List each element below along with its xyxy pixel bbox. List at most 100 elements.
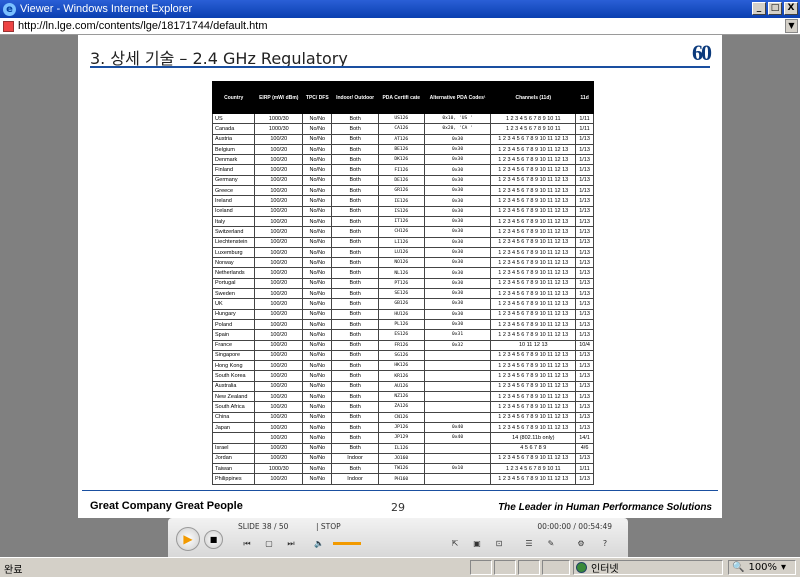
time-display: 00:00:00 / 00:54:49 [537, 522, 612, 531]
table-cell: No/No [302, 463, 333, 475]
table-cell: AT126 [377, 133, 425, 145]
table-cell: 1/13 [575, 143, 594, 156]
table-cell: Both [331, 164, 379, 176]
table-row: Sweden 100/20 No/No Both SE126 0x30 1 2 3 4 5 … [211, 288, 594, 300]
table-cell: Portugal [211, 277, 256, 290]
table-row: Liechtenstein 100/20 No/No Both LI126 0x30 1 2… [211, 236, 594, 248]
table-cell: 100/20 [254, 226, 304, 238]
table-cell: NZ126 [377, 391, 425, 403]
table-cell: 100/20 [254, 246, 304, 259]
next-slide-icon[interactable]: ⏭ [282, 536, 300, 551]
status-bar: 완료 인터넷 🔍 100% ▾ [0, 557, 800, 577]
security-zone[interactable]: 인터넷 [573, 560, 723, 575]
table-row: Hong Kong 100/20 No/No Both HK126 1 2 3 4 5 6… [211, 360, 594, 372]
first-slide-icon[interactable]: ⏮ [238, 536, 256, 551]
table-cell: LU126 [377, 246, 425, 259]
list-icon[interactable]: ☰ [520, 536, 538, 551]
fullscreen-icon[interactable]: ▣ [468, 536, 486, 551]
notes-icon[interactable]: ✎ [542, 536, 560, 551]
table-cell: 100/20 [254, 164, 304, 176]
table-cell [211, 432, 256, 444]
table-row: Norway 100/20 No/No Both NO126 0x30 1 2 3 4 5 … [211, 257, 594, 269]
maximize-button[interactable]: □ [768, 2, 782, 15]
table-cell: 100/20 [254, 473, 304, 485]
table-cell: 1/11 [575, 112, 594, 125]
table-cell: 0x30 [423, 288, 492, 300]
table-cell: 0x40 [423, 432, 492, 444]
table-cell: 100/20 [254, 442, 304, 454]
table-cell: ES126 [377, 329, 425, 341]
zoom-level: 100% [748, 562, 778, 573]
table-cell: Both [331, 215, 379, 228]
address-url[interactable]: http://ln.lge.com/contents/lge/18171744/… [18, 20, 268, 32]
close-button[interactable]: X [784, 2, 798, 15]
table-cell: New Zealand [211, 391, 256, 403]
table-cell: Both [331, 257, 379, 269]
volume-icon[interactable]: 🔈 [310, 536, 328, 551]
stop-button[interactable]: ■ [204, 530, 223, 549]
table-cell: Both [331, 421, 379, 434]
column-header: Channels (11d) [490, 81, 577, 114]
table-cell: 1 2 3 4 5 6 7 8 9 10 11 12 13 [490, 318, 577, 331]
table-cell: Both [331, 463, 379, 475]
play-button[interactable]: ▶ [176, 527, 200, 551]
table-cell: 1 2 3 4 5 6 7 8 9 10 11 12 13 [490, 308, 577, 320]
table-cell: No/No [302, 164, 333, 176]
table-cell: 1/13 [575, 329, 594, 341]
table-row: Finland 100/20 No/No Both FI126 0x30 1 2 3 4 5… [211, 164, 594, 176]
table-cell: No/No [302, 236, 333, 248]
table-cell: 0x30 [423, 236, 492, 248]
table-cell: Italy [211, 215, 256, 228]
table-cell: 100/20 [254, 236, 304, 248]
table-cell: 100/20 [254, 318, 304, 331]
table-cell: Netherlands [211, 267, 256, 279]
address-dropdown-icon[interactable]: ▼ [785, 19, 798, 33]
table-cell: No/No [302, 226, 333, 238]
table-cell: DK126 [377, 154, 425, 166]
table-cell: Both [331, 370, 379, 382]
table-cell: Both [331, 432, 379, 444]
slides-icon[interactable]: ▢ [260, 536, 278, 551]
table-cell: 100/20 [254, 432, 304, 444]
table-cell: 100/20 [254, 339, 304, 351]
table-cell: Jordan [211, 452, 256, 465]
table-cell: 1/13 [575, 401, 594, 413]
table-row: China 100/20 No/No Both CN126 1 2 3 4 5 6 7 8… [211, 411, 594, 423]
table-cell: No/No [302, 380, 333, 393]
table-row: Jordan 100/20 No/No Indoor JO160 1 2 3 4 5 6 … [211, 452, 594, 465]
table-row: Poland 100/20 No/No Both PL126 0x30 1 2 3 4 5 … [211, 318, 594, 331]
table-cell: Denmark [211, 154, 256, 166]
table-cell: SE126 [377, 288, 425, 300]
table-cell: 0x30 [423, 257, 492, 269]
table-cell: 1 2 3 4 5 6 7 8 9 10 11 12 13 [490, 133, 577, 145]
table-cell: 1 2 3 4 5 6 7 8 9 10 11 12 13 [490, 257, 577, 269]
help-icon[interactable]: ? [596, 536, 614, 551]
table-cell: No/No [302, 391, 333, 403]
table-cell: US [211, 112, 256, 125]
table-row: Taiwan 1000/30 No/No Both TW126 0x10 1 2 3 4 5… [211, 463, 594, 475]
table-cell: 0x10, 'US ' [423, 112, 492, 125]
table-cell: 10/4 [575, 339, 594, 351]
table-cell: No/No [302, 308, 333, 320]
column-header: 11d [575, 81, 594, 114]
settings-icon[interactable]: ⚙ [572, 536, 590, 551]
volume-slider[interactable] [333, 542, 361, 545]
fit-icon[interactable]: ⊡ [490, 536, 508, 551]
table-cell: 1 2 3 4 5 6 7 8 9 10 11 [490, 463, 577, 475]
minimize-button[interactable]: _ [752, 2, 766, 15]
table-cell: 1 2 3 4 5 6 7 8 9 10 11 [490, 112, 577, 125]
table-cell: 1 2 3 4 5 6 7 8 9 10 11 [490, 123, 577, 135]
table-cell: 0x30 [423, 174, 492, 187]
zoom-control[interactable]: 🔍 100% ▾ [728, 560, 796, 575]
table-cell: Philippines [211, 473, 256, 485]
table-cell: 1 2 3 4 5 6 7 8 9 10 11 12 13 [490, 195, 577, 207]
table-cell: No/No [302, 112, 333, 125]
resize-icon[interactable]: ⇱ [446, 536, 464, 551]
status-segment [494, 560, 516, 575]
table-row: Luxemburg 100/20 No/No Both LU126 0x30 1 2 3 4… [211, 246, 594, 259]
table-cell: FI126 [377, 164, 425, 176]
table-cell: Both [331, 205, 379, 217]
address-bar[interactable]: http://ln.lge.com/contents/lge/18171744/… [0, 18, 800, 35]
table-cell: France [211, 339, 256, 351]
table-cell [423, 391, 492, 403]
